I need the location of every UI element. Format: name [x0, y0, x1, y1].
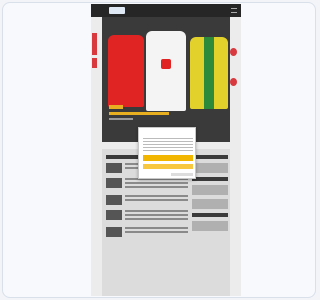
article-thumbnail[interactable] — [106, 195, 122, 205]
accept-button[interactable] — [143, 155, 193, 161]
right-edge-button[interactable] — [230, 78, 237, 86]
list-item[interactable] — [106, 210, 188, 222]
left-edge-tab[interactable] — [92, 33, 97, 55]
article-thumbnail[interactable] — [106, 227, 122, 237]
reject-button[interactable] — [143, 164, 193, 169]
hero-meta — [109, 118, 133, 120]
list-item[interactable] — [106, 178, 188, 190]
sidebar-widget[interactable] — [192, 221, 228, 231]
red-jersey-image — [108, 35, 144, 107]
article-thumbnail[interactable] — [106, 178, 122, 188]
dialog-title — [143, 131, 193, 136]
cookie-consent-dialog — [138, 127, 196, 179]
dialog-body-text — [143, 138, 193, 153]
article-thumbnail[interactable] — [106, 210, 122, 220]
left-edge-tab[interactable] — [92, 58, 97, 68]
yellow-jersey-image — [190, 37, 228, 109]
menu-icon[interactable] — [231, 8, 237, 13]
sidebar-column — [192, 155, 228, 235]
right-edge-button[interactable] — [230, 48, 237, 56]
article-thumbnail[interactable] — [106, 163, 122, 173]
settings-link[interactable] — [171, 173, 193, 176]
hero-image[interactable] — [102, 17, 230, 142]
site-logo[interactable] — [109, 7, 125, 14]
hero-headline[interactable] — [109, 112, 169, 115]
sidebar-header — [192, 155, 228, 159]
sidebar-widget[interactable] — [192, 163, 228, 173]
top-navigation-bar — [91, 4, 241, 17]
list-item[interactable] — [106, 227, 188, 237]
sidebar-header — [192, 177, 228, 181]
sidebar-widget[interactable] — [192, 199, 228, 209]
sidebar-widget[interactable] — [192, 185, 228, 195]
white-jersey-image — [146, 31, 186, 111]
list-item[interactable] — [106, 195, 188, 205]
hero-category-tag[interactable] — [109, 105, 123, 109]
sidebar-header — [192, 213, 228, 217]
